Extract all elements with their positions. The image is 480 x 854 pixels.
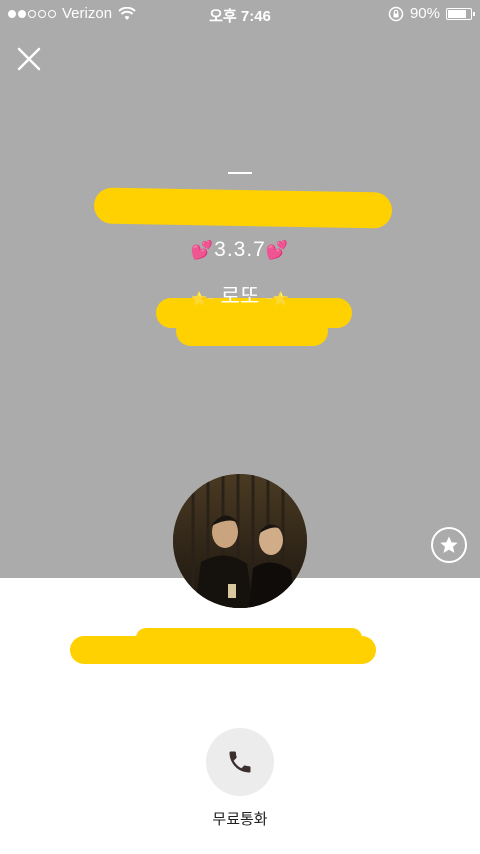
avatar-photo xyxy=(173,474,307,608)
hearts-right-icon: 💕 xyxy=(265,240,290,260)
status-bar: Verizon 오후 7:46 90% xyxy=(0,0,480,28)
divider xyxy=(228,172,252,174)
redacted-area xyxy=(176,316,328,346)
close-button[interactable] xyxy=(14,44,44,74)
battery-percent: 90% xyxy=(409,5,440,22)
sparkle-left-icon: ⭐~ xyxy=(191,291,215,306)
status-message: 💕3.3.7💕 xyxy=(0,238,480,262)
status-message-text: 3.3.7 xyxy=(214,238,266,261)
battery-icon xyxy=(446,7,475,20)
close-icon xyxy=(17,47,41,71)
rotation-lock-icon xyxy=(388,6,404,21)
redacted-area xyxy=(136,628,362,648)
star-icon xyxy=(440,536,458,553)
sparkle-right-icon: ~⭐ xyxy=(265,291,289,306)
phone-icon xyxy=(229,751,251,773)
favorite-button[interactable] xyxy=(431,527,467,563)
free-call-label: 무료통화 xyxy=(212,811,268,828)
free-call-button[interactable] xyxy=(206,728,274,796)
status-right: 90% xyxy=(388,5,475,22)
profile-name-tag: ⭐~ 로또 ~⭐ xyxy=(0,280,480,310)
redacted-area xyxy=(93,187,393,229)
name-tag-text: 로또 xyxy=(220,285,260,308)
profile-avatar[interactable] xyxy=(173,474,307,608)
hearts-left-icon: 💕 xyxy=(190,240,215,260)
